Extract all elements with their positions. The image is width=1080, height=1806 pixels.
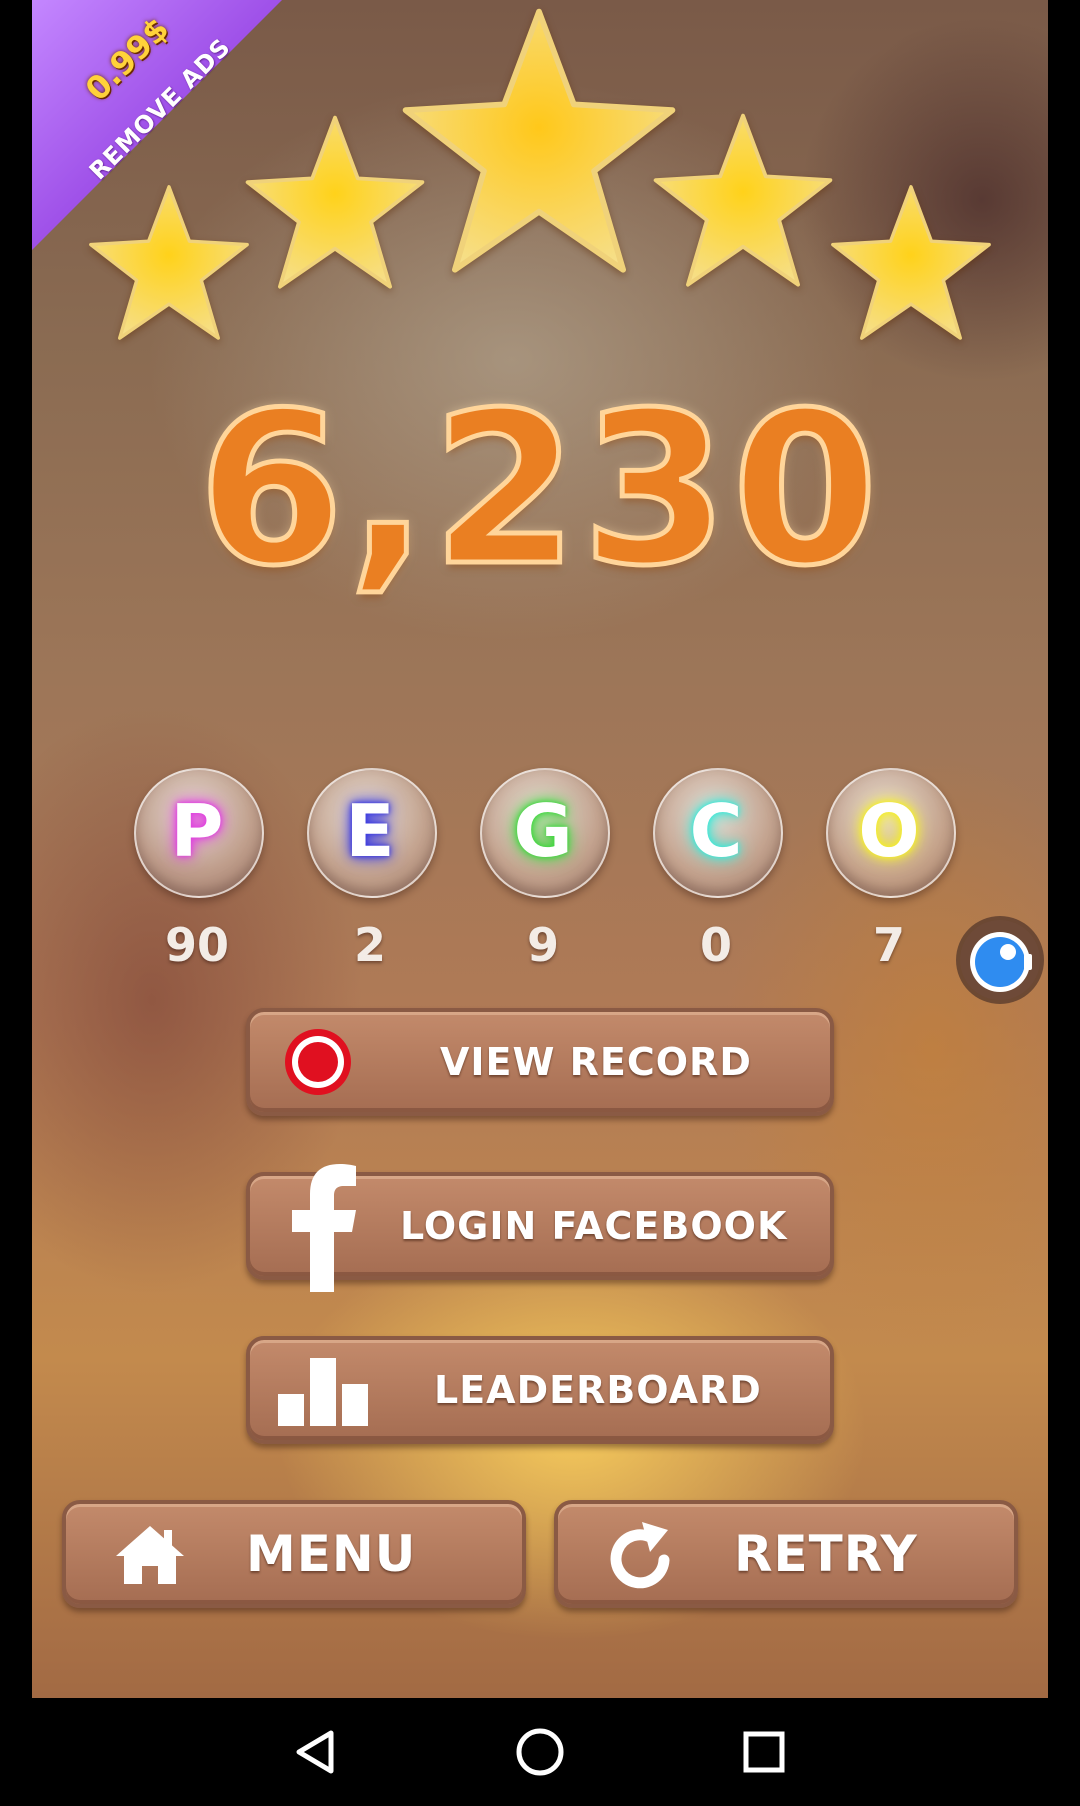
view-record-label: VIEW RECORD [440, 1040, 752, 1084]
star-icon [648, 108, 838, 298]
leaderboard-label: LEADERBOARD [434, 1368, 762, 1412]
system-navigation-bar [0, 1698, 1080, 1806]
view-record-button[interactable]: VIEW RECORD [246, 1008, 834, 1116]
letter-item-e: E 2 [305, 768, 437, 972]
bar-chart-icon [276, 1356, 372, 1426]
letter-item-g: G 9 [478, 768, 610, 972]
home-icon [114, 1524, 186, 1586]
letter-glyph: G [513, 789, 573, 873]
retry-button[interactable]: RETRY [554, 1500, 1018, 1608]
login-facebook-button[interactable]: LOGIN FACEBOOK [246, 1164, 834, 1292]
letter-count: 90 [164, 918, 229, 972]
screen-record-bubble[interactable] [960, 920, 1040, 1000]
letter-count: 2 [353, 918, 386, 972]
letter-count: 7 [872, 918, 905, 972]
letter-count: 9 [526, 918, 559, 972]
refresh-icon [606, 1518, 676, 1592]
retry-label: RETRY [734, 1525, 918, 1583]
back-icon[interactable] [276, 1716, 356, 1788]
facebook-icon [288, 1162, 358, 1292]
star-icon [826, 180, 996, 350]
menu-button[interactable]: MENU [62, 1500, 526, 1608]
letter-item-c: C 0 [651, 768, 783, 972]
letter-glyph: E [345, 789, 395, 873]
letter-count: 0 [699, 918, 732, 972]
letter-glyph: C [689, 789, 743, 873]
letter-glyph: P [170, 789, 224, 873]
leaderboard-button[interactable]: LEADERBOARD [246, 1336, 834, 1444]
star-icon [84, 180, 254, 350]
recents-icon[interactable] [724, 1716, 804, 1788]
letter-glyph: O [858, 789, 920, 873]
game-over-screen: 0.99$ REMOVE ADS 6,230 P 90 E 2 G 9 C 0 … [32, 0, 1048, 1698]
final-score: 6,230 [195, 367, 883, 612]
star-rating [32, 0, 1048, 360]
star-icon [394, 0, 684, 290]
letter-item-p: P 90 [132, 768, 264, 972]
login-facebook-label: LOGIN FACEBOOK [400, 1204, 788, 1248]
home-circle-icon[interactable] [500, 1716, 580, 1788]
letter-item-o: O 7 [824, 768, 956, 972]
video-camera-icon [970, 932, 1032, 992]
menu-label: MENU [246, 1525, 417, 1583]
letter-collection: P 90 E 2 G 9 C 0 O 7 [132, 768, 992, 972]
record-icon [284, 1028, 352, 1096]
